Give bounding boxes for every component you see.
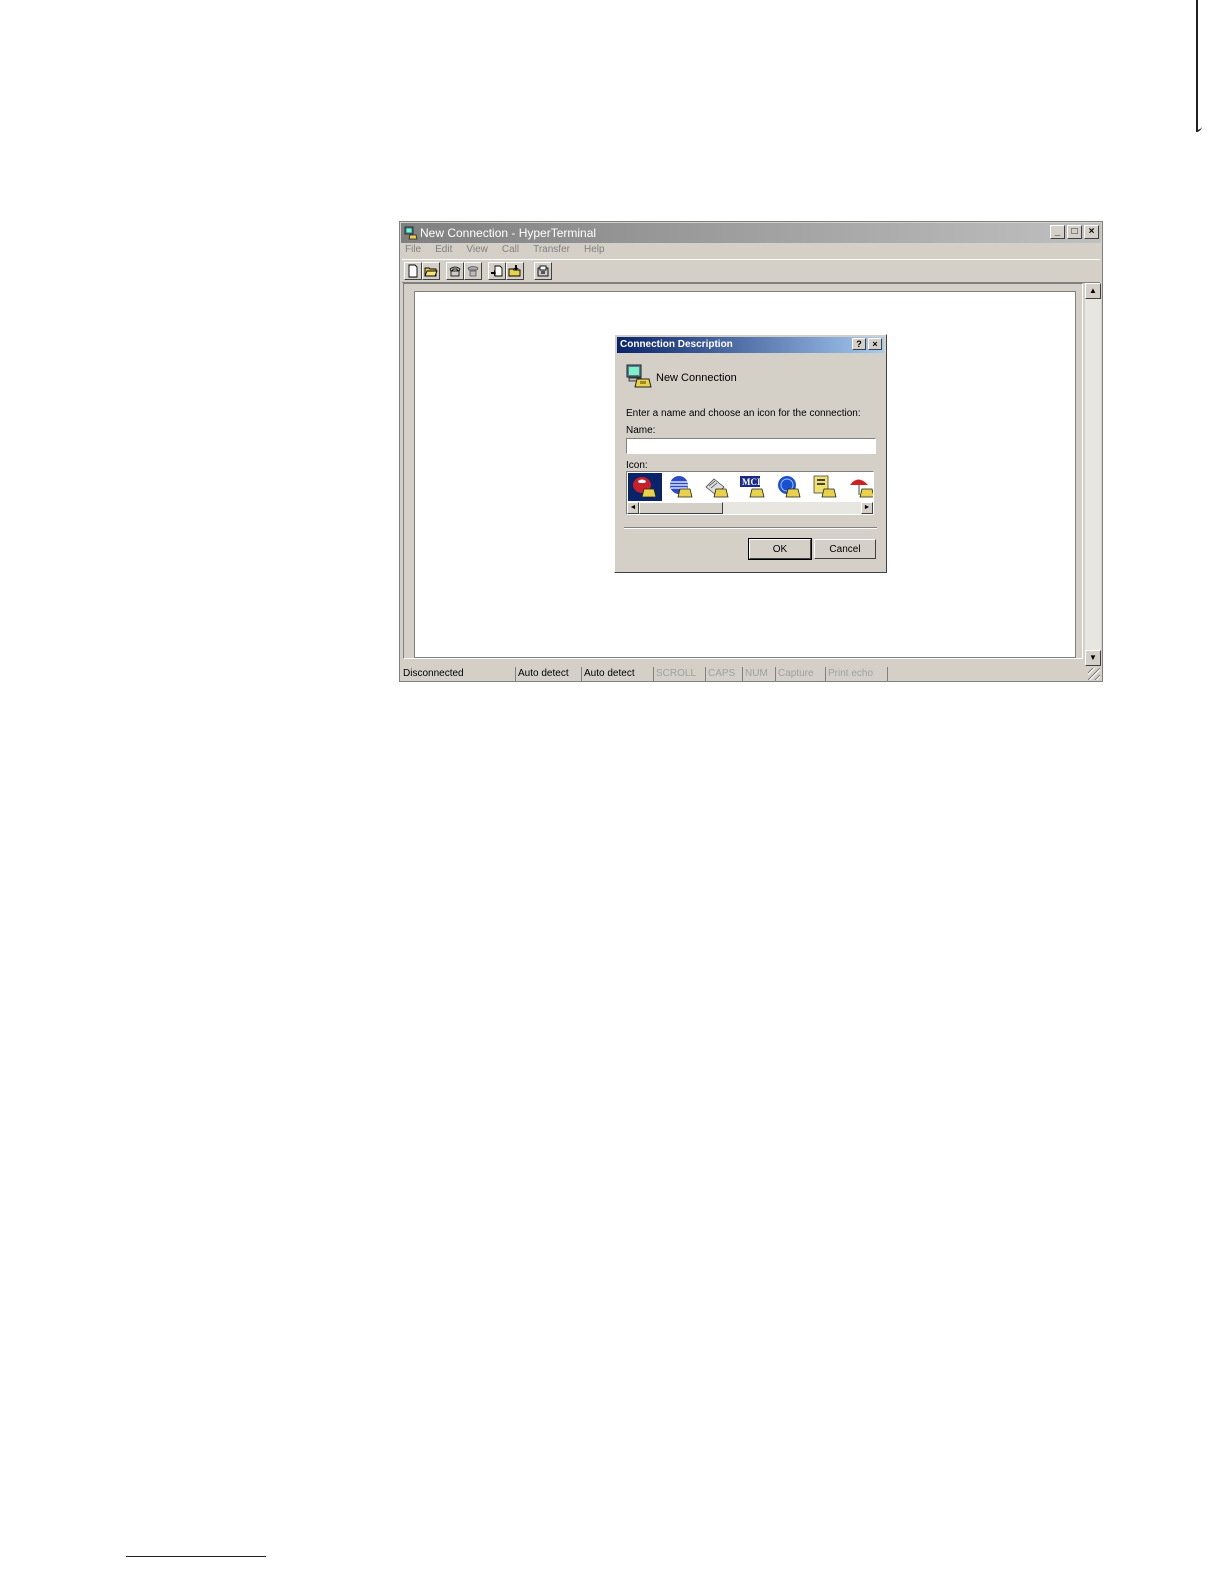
status-caps: CAPS bbox=[706, 667, 743, 681]
status-detect-1: Auto detect bbox=[516, 667, 582, 681]
page-edge-decoration bbox=[1196, 0, 1202, 132]
menu-file[interactable]: File bbox=[404, 244, 422, 260]
hangup-icon bbox=[467, 266, 479, 277]
icon-label: Icon: bbox=[626, 460, 648, 471]
menu-view[interactable]: View bbox=[465, 244, 489, 260]
icon-option-document[interactable] bbox=[808, 473, 842, 501]
dialog-instruction: Enter a name and choose an icon for the … bbox=[626, 408, 861, 419]
svg-text:MCI: MCI bbox=[742, 477, 761, 487]
status-print-echo: Print echo bbox=[826, 667, 888, 681]
scroll-left-button[interactable]: ◄ bbox=[627, 502, 639, 514]
status-bar: Disconnected Auto detect Auto detect SCR… bbox=[401, 667, 1101, 681]
open-icon bbox=[424, 267, 438, 277]
menu-call[interactable]: Call bbox=[501, 244, 520, 260]
resize-grip[interactable] bbox=[1088, 668, 1100, 680]
scroll-down-button[interactable]: ▼ bbox=[1085, 650, 1101, 666]
icon-option-umbrella[interactable] bbox=[844, 473, 873, 501]
status-num: NUM bbox=[743, 667, 776, 681]
fax-icon bbox=[705, 478, 729, 498]
properties-icon bbox=[537, 265, 549, 277]
receive-button[interactable] bbox=[506, 262, 524, 280]
icon-option-blue-globe[interactable] bbox=[772, 473, 806, 501]
new-icon bbox=[408, 264, 418, 278]
call-button[interactable] bbox=[446, 262, 464, 280]
red-phone-icon bbox=[633, 477, 657, 498]
blue-globe-icon bbox=[778, 476, 801, 498]
umbrella-icon bbox=[850, 479, 873, 498]
scroll-up-button[interactable]: ▲ bbox=[1085, 283, 1101, 299]
dialog-heading: New Connection bbox=[656, 372, 737, 384]
dialog-separator bbox=[624, 527, 877, 529]
menu-bar: File Edit View Call Transfer Help bbox=[404, 244, 606, 260]
open-button[interactable] bbox=[422, 262, 440, 280]
toolbar bbox=[402, 259, 1100, 283]
disconnect-button[interactable] bbox=[464, 262, 482, 280]
dialog-close-button[interactable]: × bbox=[868, 338, 882, 350]
status-detect-2: Auto detect bbox=[582, 667, 654, 681]
menu-edit[interactable]: Edit bbox=[434, 244, 453, 260]
status-scroll: SCROLL bbox=[654, 667, 706, 681]
scroll-right-button[interactable]: ► bbox=[861, 502, 873, 514]
icon-option-mci[interactable]: MCI bbox=[736, 473, 770, 501]
status-capture: Capture bbox=[776, 667, 826, 681]
menu-help[interactable]: Help bbox=[583, 244, 606, 260]
send-button[interactable] bbox=[488, 262, 506, 280]
mci-icon: MCI bbox=[740, 476, 765, 498]
icon-option-red-phone[interactable] bbox=[628, 473, 662, 501]
dialog-title: Connection Description bbox=[620, 339, 733, 350]
window-titlebar[interactable]: New Connection - HyperTerminal _ □ × bbox=[401, 223, 1101, 243]
hyperterminal-app-icon bbox=[404, 226, 418, 240]
menu-transfer[interactable]: Transfer bbox=[532, 244, 571, 260]
icon-option-fax[interactable] bbox=[700, 473, 734, 501]
cancel-button[interactable]: Cancel bbox=[814, 539, 876, 559]
maximize-button[interactable]: □ bbox=[1067, 225, 1082, 239]
globe-icon bbox=[670, 476, 693, 498]
footer-rule bbox=[126, 1556, 266, 1557]
icon-list-scrollbar[interactable]: ◄ ► bbox=[627, 502, 873, 514]
connection-computer-icon bbox=[626, 364, 652, 388]
vertical-scrollbar[interactable]: ▲ ▼ bbox=[1085, 283, 1101, 666]
icon-option-globe[interactable] bbox=[664, 473, 698, 501]
phone-icon bbox=[449, 266, 461, 277]
minimize-button[interactable]: _ bbox=[1050, 225, 1065, 239]
send-icon bbox=[491, 265, 503, 277]
name-label: Name: bbox=[626, 425, 656, 436]
receive-icon bbox=[508, 265, 521, 277]
new-connection-button[interactable] bbox=[404, 262, 422, 280]
window-title: New Connection - HyperTerminal bbox=[420, 226, 597, 240]
properties-button[interactable] bbox=[534, 262, 552, 280]
dialog-help-button[interactable]: ? bbox=[852, 338, 866, 350]
dialog-titlebar[interactable]: Connection Description ? × bbox=[617, 337, 884, 353]
document-icon bbox=[813, 475, 837, 498]
icon-list[interactable]: MCI ◄ ► bbox=[626, 471, 874, 515]
connection-description-dialog: Connection Description ? × New Connectio… bbox=[614, 334, 887, 573]
ok-button[interactable]: OK bbox=[748, 538, 812, 560]
scroll-thumb[interactable] bbox=[639, 502, 723, 514]
status-connection: Disconnected bbox=[401, 667, 516, 681]
name-input[interactable] bbox=[626, 438, 876, 454]
close-button[interactable]: × bbox=[1084, 225, 1099, 239]
